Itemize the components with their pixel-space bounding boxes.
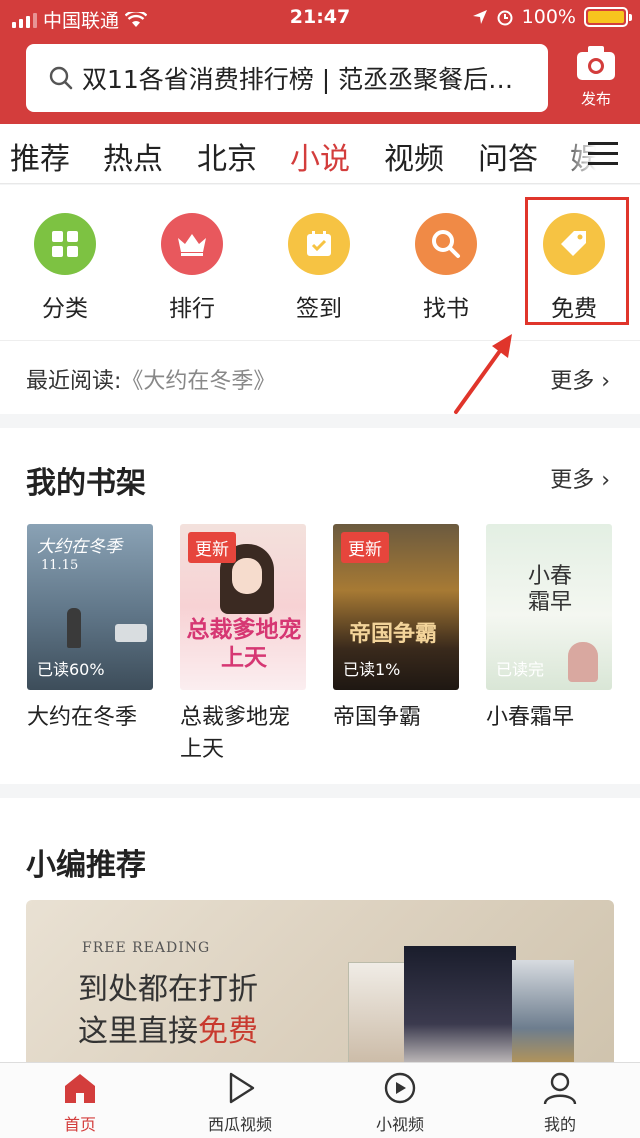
camera-icon bbox=[577, 46, 615, 80]
calendar-check-icon bbox=[288, 213, 350, 275]
tab-recommend[interactable]: 推荐 bbox=[10, 134, 70, 178]
book-cover: 大约在冬季 11.15 已读60% bbox=[27, 524, 153, 690]
free-reading-banner[interactable]: FREE READING 到处都在打折 这里直接免费 bbox=[26, 900, 614, 1080]
cover-figure-graphic bbox=[568, 642, 598, 682]
book-cover: 小春霜早 已读完 bbox=[486, 524, 612, 690]
battery-percent: 100% bbox=[521, 6, 576, 28]
ranking-button[interactable]: 排行 bbox=[147, 213, 237, 323]
top-bar: 中国联通 21:47 100% 双11各省消费排行榜 | 范丞丞聚餐后… 发布 bbox=[0, 0, 640, 124]
publish-button[interactable]: 发布 bbox=[568, 44, 624, 114]
cover-figure-graphic bbox=[67, 608, 81, 648]
recent-book: 《大约在冬季》 bbox=[121, 369, 276, 394]
find-book-button[interactable]: 找书 bbox=[401, 213, 491, 323]
status-right: 100% bbox=[472, 6, 632, 28]
bookshelf-title: 我的书架 bbox=[26, 466, 146, 501]
book-cover: 帝国争霸 更新 已读1% bbox=[333, 524, 459, 690]
banner-subheadline: 这里直接免费 bbox=[78, 1014, 258, 1049]
location-icon bbox=[472, 10, 487, 24]
nav-me-label: 我的 bbox=[543, 1115, 576, 1134]
checkin-label: 签到 bbox=[296, 296, 342, 322]
cover-title: 大约在冬季 bbox=[37, 537, 122, 557]
user-icon bbox=[543, 1072, 577, 1105]
recent-label: 最近阅读:《大约在冬季》 bbox=[26, 369, 276, 394]
category-label: 分类 bbox=[42, 296, 88, 322]
update-badge: 更新 bbox=[341, 532, 389, 563]
menu-icon[interactable] bbox=[588, 142, 618, 166]
short-video-icon bbox=[384, 1072, 416, 1104]
nav-me[interactable]: 我的 bbox=[500, 1071, 620, 1135]
search-hint: 双11各省消费排行榜 | 范丞丞聚餐后… bbox=[82, 65, 514, 94]
book-card[interactable]: 总裁爹地宠上天 更新 总裁爹地宠上天 bbox=[180, 524, 308, 766]
reading-progress: 已读60% bbox=[37, 660, 105, 679]
banner-english-label: FREE READING bbox=[82, 940, 211, 956]
nav-home-label: 首页 bbox=[63, 1115, 96, 1134]
banner-book-2 bbox=[404, 946, 516, 1076]
cover-title: 总裁爹地宠上天 bbox=[186, 616, 302, 671]
category-button[interactable]: 分类 bbox=[20, 213, 110, 323]
home-icon bbox=[65, 1074, 95, 1103]
book-title: 大约在冬季 bbox=[27, 705, 138, 730]
recent-reading-row[interactable]: 最近阅读:《大约在冬季》 更多 › bbox=[0, 340, 640, 414]
cover-title: 小春霜早 bbox=[527, 564, 572, 615]
banner-book-1 bbox=[348, 962, 408, 1072]
tab-hot[interactable]: 热点 bbox=[103, 134, 163, 178]
nav-short-video[interactable]: 小视频 bbox=[340, 1071, 460, 1135]
cover-title: 帝国争霸 bbox=[349, 621, 438, 647]
book-title: 总裁爹地宠上天 bbox=[180, 705, 291, 762]
cover-date: 11.15 bbox=[41, 558, 79, 573]
search-bar[interactable]: 双11各省消费排行榜 | 范丞丞聚餐后… bbox=[26, 44, 548, 112]
book-cover: 总裁爹地宠上天 更新 bbox=[180, 524, 306, 690]
battery-icon bbox=[584, 7, 632, 27]
crown-icon bbox=[161, 213, 223, 275]
alarm-icon bbox=[497, 10, 513, 26]
tab-novel[interactable]: 小说 bbox=[290, 134, 350, 178]
annotation-highlight-box bbox=[525, 197, 629, 325]
tab-video[interactable]: 视频 bbox=[384, 134, 444, 178]
book-title: 帝国争霸 bbox=[333, 705, 422, 730]
nav-xigua-video[interactable]: 西瓜视频 bbox=[180, 1071, 300, 1135]
status-bar: 中国联通 21:47 100% bbox=[0, 0, 640, 36]
ranking-label: 排行 bbox=[169, 296, 215, 322]
cover-car-graphic bbox=[115, 624, 147, 642]
banner-headline: 到处都在打折 bbox=[78, 972, 258, 1007]
cover-face-graphic bbox=[232, 558, 262, 594]
tab-qa[interactable]: 问答 bbox=[478, 134, 538, 178]
annotation-arrow bbox=[454, 334, 512, 414]
editor-picks-section: 小编推荐 FREE READING 到处都在打折 这里直接免费 bbox=[0, 798, 640, 1080]
bottom-nav: 首页 西瓜视频 小视频 我的 bbox=[0, 1062, 640, 1138]
grid-icon bbox=[34, 213, 96, 275]
checkin-button[interactable]: 签到 bbox=[274, 213, 364, 323]
bookshelf-more-link[interactable]: 更多 › bbox=[550, 462, 610, 494]
channel-tabs: 推荐 热点 北京 小说 视频 问答 娱 bbox=[0, 124, 640, 184]
reading-progress: 已读完 bbox=[496, 660, 545, 679]
search-icon bbox=[415, 213, 477, 275]
nav-xigua-video-label: 西瓜视频 bbox=[207, 1115, 272, 1134]
bookshelf-section: 我的书架 更多 › 大约在冬季 11.15 已读60% 大约在冬季 总裁爹地宠上… bbox=[0, 428, 640, 784]
publish-label: 发布 bbox=[580, 90, 611, 108]
find-book-label: 找书 bbox=[423, 296, 469, 322]
banner-book-3 bbox=[512, 960, 574, 1074]
tab-beijing[interactable]: 北京 bbox=[197, 134, 257, 178]
book-title: 小春霜早 bbox=[486, 705, 575, 730]
nav-short-video-label: 小视频 bbox=[375, 1115, 424, 1134]
book-card[interactable]: 小春霜早 已读完 小春霜早 bbox=[486, 524, 614, 734]
recent-more-link[interactable]: 更多 › bbox=[550, 363, 610, 395]
search-icon bbox=[49, 66, 73, 90]
editor-picks-title: 小编推荐 bbox=[26, 848, 146, 883]
book-card[interactable]: 帝国争霸 更新 已读1% 帝国争霸 bbox=[333, 524, 461, 734]
update-badge: 更新 bbox=[188, 532, 236, 563]
play-icon bbox=[229, 1072, 255, 1104]
nav-home[interactable]: 首页 bbox=[20, 1071, 140, 1135]
book-card[interactable]: 大约在冬季 11.15 已读60% 大约在冬季 bbox=[27, 524, 155, 734]
reading-progress: 已读1% bbox=[343, 660, 401, 679]
